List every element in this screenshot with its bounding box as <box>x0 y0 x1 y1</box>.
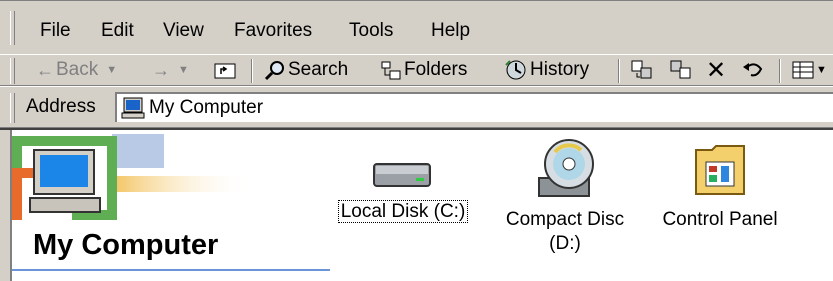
local-disk-label: Local Disk (C:) <box>337 200 469 223</box>
back-label: Back <box>56 59 99 80</box>
menu-bar: File Edit View Favorites Tools Help <box>0 0 833 54</box>
folders-button[interactable]: Folders <box>380 57 467 83</box>
folders-label: Folders <box>404 59 468 80</box>
search-button[interactable]: Search <box>264 57 348 83</box>
my-computer-large-icon <box>12 134 252 220</box>
address-value: My Computer <box>149 97 264 118</box>
control-panel-label: Control Panel <box>662 209 778 230</box>
left-pane-border <box>0 130 12 281</box>
undo-button[interactable] <box>741 57 765 83</box>
copy-to-icon <box>670 60 691 79</box>
views-button[interactable]: ▼ <box>792 57 827 83</box>
back-arrow-icon: ← <box>36 59 54 80</box>
forward-dropdown-icon[interactable]: ▼ <box>178 64 189 76</box>
menu-view[interactable]: View <box>163 19 204 43</box>
control-panel-icon <box>695 145 745 195</box>
menu-favorites[interactable]: Favorites <box>234 19 312 43</box>
menu-file[interactable]: File <box>40 19 71 43</box>
toolbar-separator-2 <box>618 59 620 83</box>
copy-to-button[interactable] <box>669 57 693 83</box>
panel-title: My Computer <box>33 229 219 261</box>
toolbar-grip[interactable] <box>10 58 15 84</box>
delete-button[interactable]: ✕ <box>706 56 727 84</box>
views-dropdown-icon[interactable]: ▼ <box>816 64 827 76</box>
menu-tools[interactable]: Tools <box>349 19 393 43</box>
my-computer-small-icon <box>121 97 145 119</box>
undo-icon <box>743 63 763 77</box>
drive-item-compact-disc[interactable]: Compact Disc (D:) <box>490 138 640 256</box>
move-to-icon <box>631 60 652 79</box>
forward-arrow-icon: → <box>152 59 170 80</box>
address-bar: Address My Computer <box>0 86 833 128</box>
back-button[interactable]: ← Back ▼ <box>36 57 117 83</box>
address-field[interactable]: My Computer <box>115 92 833 122</box>
address-label: Address <box>26 96 96 117</box>
search-label: Search <box>288 59 349 80</box>
drive-item-control-panel[interactable]: Control Panel <box>650 142 790 232</box>
hard-disk-icon <box>373 163 431 187</box>
toolbar-separator-3 <box>779 59 781 83</box>
search-icon <box>264 61 284 81</box>
panel-divider <box>12 269 330 271</box>
compact-disc-label-line1: Compact Disc <box>505 209 625 230</box>
menu-edit[interactable]: Edit <box>101 19 134 43</box>
drive-item-local-disk[interactable]: Local Disk (C:) <box>330 158 476 224</box>
forward-button[interactable]: → ▼ <box>152 57 189 83</box>
compact-disc-label-line2: (D:) <box>549 233 581 254</box>
move-to-button[interactable] <box>630 57 654 83</box>
menu-help[interactable]: Help <box>431 19 470 43</box>
folders-icon <box>381 61 401 80</box>
views-icon <box>792 61 814 79</box>
history-label: History <box>530 59 590 80</box>
menu-bar-grip[interactable] <box>10 11 15 45</box>
toolbar-separator <box>251 59 253 83</box>
up-folder-button[interactable] <box>214 57 236 83</box>
address-bar-grip[interactable] <box>10 93 15 123</box>
up-folder-icon <box>214 63 236 79</box>
delete-icon: ✕ <box>706 56 727 84</box>
history-icon <box>505 60 526 80</box>
standard-toolbar: ← Back ▼ → ▼ Search Folders History ✕ ▼ <box>0 54 833 86</box>
compact-disc-icon <box>538 139 594 197</box>
back-dropdown-icon[interactable]: ▼ <box>106 64 117 76</box>
history-button[interactable]: History <box>504 57 589 83</box>
